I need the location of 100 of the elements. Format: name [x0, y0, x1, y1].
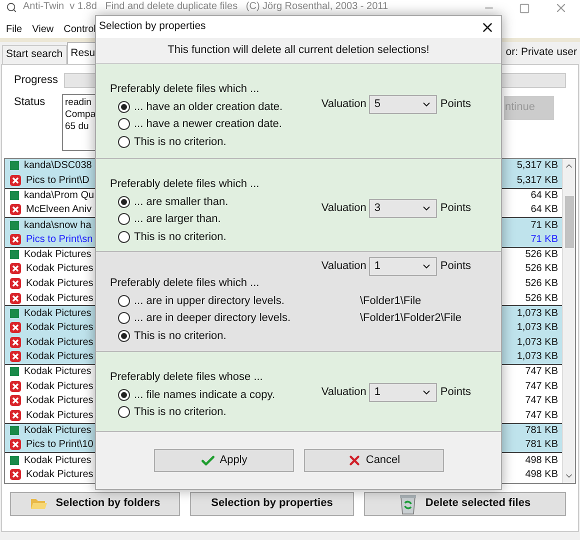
file-name-cell[interactable]: Pics to Print\10 — [5, 438, 96, 452]
square-icon — [10, 220, 19, 230]
cross-icon — [10, 468, 21, 480]
radio-button[interactable] — [118, 406, 130, 418]
file-size-cell: 1,073 KB — [499, 306, 562, 320]
recycle-bin-icon — [399, 492, 418, 514]
option-label[interactable]: This is no criterion. — [134, 328, 356, 344]
file-size-cell: 5,317 KB — [499, 173, 562, 188]
file-name-cell[interactable]: kanda\DSC038 — [5, 158, 96, 174]
file-name-cell[interactable]: Kodak Pictures — [5, 306, 96, 320]
file-size-cell: 1,073 KB — [499, 349, 562, 364]
path-label: \Folder1\File — [360, 294, 422, 308]
square-icon — [10, 250, 19, 259]
file-size-cell: 5,317 KB — [499, 158, 562, 174]
valuation-label: Valuation — [321, 258, 366, 274]
option-label[interactable]: ... are larger than. — [134, 211, 221, 228]
valuation-label: Valuation — [321, 97, 366, 112]
toolbar-button[interactable]: Delete selected files — [364, 492, 566, 516]
radio-button[interactable] — [118, 118, 130, 130]
radio-button[interactable] — [118, 294, 130, 307]
valuation-label: Valuation — [321, 385, 366, 400]
x-icon — [346, 453, 362, 468]
cross-icon — [10, 234, 21, 245]
progress-label: Progress — [14, 73, 58, 88]
criterion-heading: Preferably delete files which ... — [110, 176, 260, 192]
folder-icon — [30, 496, 48, 511]
file-name-cell[interactable]: Kodak Pictures — [5, 424, 96, 438]
file-size-cell: 1,073 KB — [499, 320, 562, 335]
points-label: Points — [440, 97, 471, 112]
option-label[interactable]: This is no criterion. — [134, 134, 226, 150]
dialog-notice: This function will delete all current deletion selections! — [168, 43, 430, 58]
option-label[interactable]: ... have a newer creation date. — [134, 116, 282, 132]
maximize-icon[interactable] — [519, 2, 530, 14]
file-name-cell[interactable]: Pics to Print\D — [5, 173, 96, 188]
cross-icon — [10, 410, 21, 422]
radio-button[interactable] — [118, 230, 130, 243]
radio-button[interactable] — [118, 213, 130, 226]
radio-button[interactable] — [118, 312, 130, 324]
radio-button[interactable] — [118, 330, 130, 342]
menu-item[interactable]: Control — [64, 22, 96, 36]
points-label: Points — [440, 385, 471, 400]
option-label[interactable]: ... are in deeper directory levels. — [134, 310, 356, 326]
toolbar-button[interactable]: Selection by properties — [190, 492, 354, 516]
tab[interactable]: Start search — [2, 45, 67, 64]
file-size-cell: 71 KB — [499, 218, 562, 232]
option-label[interactable]: This is no criterion. — [134, 228, 226, 245]
cross-icon — [10, 336, 21, 348]
square-icon — [10, 456, 19, 465]
menu-item[interactable]: File — [6, 22, 22, 36]
option-label[interactable]: ... are in upper directory levels. — [134, 292, 356, 309]
criterion-heading: Preferably delete files whose ... — [110, 370, 263, 385]
dialog-button[interactable]: Cancel — [304, 449, 444, 472]
criterion-heading: Preferably delete files which ... — [110, 276, 260, 291]
file-name-cell[interactable]: Kodak Pictures — [5, 349, 96, 364]
option-label[interactable]: ... have an older creation date. — [134, 98, 283, 115]
file-size-cell: 781 KB — [499, 424, 562, 438]
file-name-cell[interactable]: Kodak Pictures — [5, 290, 96, 306]
file-name-cell[interactable]: McElveen Aniv — [5, 202, 96, 218]
square-icon — [10, 161, 19, 170]
cross-icon — [10, 263, 21, 274]
file-name-cell[interactable]: kanda\snow ha — [5, 218, 96, 232]
cross-icon — [10, 292, 21, 304]
cross-icon — [10, 395, 21, 406]
file-name-cell[interactable]: Pics to Print\sn — [5, 232, 96, 247]
valuation-label: Valuation — [321, 201, 366, 216]
file-name-cell[interactable]: Kodak Pictures — [5, 320, 96, 335]
option-label[interactable]: This is no criterion. — [134, 404, 226, 420]
square-icon — [10, 367, 19, 376]
cross-icon — [10, 439, 21, 450]
valuation-dropdown[interactable]: 1 — [369, 383, 438, 402]
radio-button[interactable] — [118, 388, 130, 401]
cross-icon — [10, 351, 21, 362]
magnifier-icon — [6, 2, 17, 13]
status-line: Compa — [65, 108, 96, 120]
radio-button[interactable] — [118, 196, 130, 208]
square-icon — [10, 308, 19, 318]
dialog-button[interactable]: Apply — [154, 449, 294, 472]
valuation-dropdown[interactable]: 1 — [369, 256, 438, 276]
cross-icon — [10, 322, 21, 333]
radio-button[interactable] — [118, 100, 130, 113]
valuation-dropdown[interactable]: 3 — [369, 199, 438, 218]
status-line: readin — [65, 96, 92, 108]
file-name-cell[interactable]: Kodak Pictures — [5, 334, 96, 350]
cross-icon — [10, 175, 21, 186]
cross-icon — [10, 204, 21, 216]
menu-item[interactable]: View — [32, 22, 54, 36]
scrollbar-thumb[interactable] — [564, 196, 574, 248]
square-icon — [10, 426, 19, 436]
toolbar-button[interactable]: Selection by folders — [10, 492, 180, 516]
path-label: \Folder1\Folder2\File — [360, 311, 462, 326]
valuation-dropdown[interactable]: 5 — [369, 95, 438, 114]
option-label[interactable]: ... file names indicate a copy. — [134, 386, 276, 403]
license-label: or: Private user — [506, 45, 577, 60]
points-label: Points — [440, 258, 471, 274]
status-line: 65 du — [65, 120, 89, 132]
scrollbar[interactable] — [562, 158, 575, 482]
option-label[interactable]: ... are smaller than. — [134, 194, 228, 210]
square-icon — [10, 191, 19, 200]
points-label: Points — [440, 201, 471, 216]
radio-button[interactable] — [118, 136, 130, 148]
